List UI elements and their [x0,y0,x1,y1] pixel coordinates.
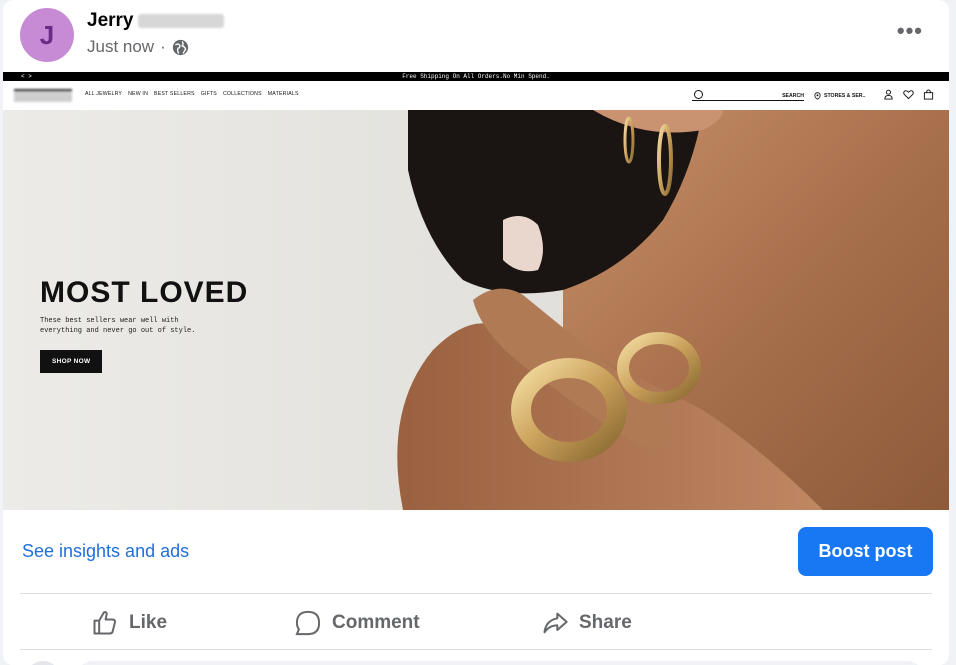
nav-link-new-in[interactable]: NEW IN [128,91,148,97]
account-icon[interactable] [883,89,894,100]
promo-bar: < > Free Shipping On All Orders.No Min S… [3,72,949,81]
actions-top-divider [20,593,932,594]
shop-now-button[interactable]: SHOP NOW [40,350,103,373]
location-pin-icon [814,92,821,100]
boost-post-button[interactable]: Boost post [798,527,933,576]
stores-label: STORES & SER.. [824,93,866,99]
share-arrow-icon [543,612,568,634]
meta-separator: · [160,37,166,56]
post-card: J Jerry Just now · ••• < > Free Shipping… [3,0,949,665]
search-label: SEARCH [782,93,804,99]
share-button[interactable]: Share [541,598,632,648]
nav-link-materials[interactable]: MATERIALS [268,91,299,97]
post-action-bar: Like Comment Share [3,598,949,648]
nav-link-best-sellers[interactable]: BEST SELLERS [154,91,195,97]
post-timestamp[interactable]: Just now [87,37,154,57]
author-avatar[interactable]: J [20,8,74,62]
site-logo[interactable] [14,89,72,102]
like-label: Like [129,612,168,633]
hero-text-block: MOST LOVED These best sellers wear well … [40,276,248,373]
commenter-avatar[interactable] [25,661,61,665]
speech-bubble-icon [295,610,321,636]
shopping-bag-icon[interactable] [923,89,934,100]
site-icons [883,89,934,100]
site-navbar: ALL JEWELRY NEW IN BEST SELLERS GIFTS CO… [3,81,949,110]
comment-label: Comment [332,612,420,633]
stores-link[interactable]: STORES & SER.. [814,92,865,100]
author-name[interactable]: Jerry [87,10,134,32]
see-insights-link[interactable]: See insights and ads [22,541,189,562]
hero-title: MOST LOVED [40,276,249,309]
post-header: J Jerry Just now · ••• [3,0,949,72]
share-label: Share [579,612,632,633]
like-button[interactable]: Like [91,598,167,648]
shared-website-preview[interactable]: < > Free Shipping On All Orders.No Min S… [3,72,949,510]
comment-input[interactable] [75,661,925,665]
site-nav-links: ALL JEWELRY NEW IN BEST SELLERS GIFTS CO… [85,91,299,97]
hero-subtitle: These best sellers wear well with everyt… [40,317,196,335]
wishlist-heart-icon[interactable] [903,89,914,100]
comment-composer [3,652,949,665]
search-icon [694,90,703,99]
site-search[interactable]: SEARCH [692,90,804,101]
more-options-button[interactable]: ••• [897,18,923,44]
promo-arrows[interactable]: < > [21,72,32,81]
actions-bottom-divider [20,649,932,650]
thumbs-up-icon [93,611,117,635]
nav-link-all-jewelry[interactable]: ALL JEWELRY [85,91,122,97]
nav-link-gifts[interactable]: GIFTS [201,91,217,97]
nav-link-collections[interactable]: COLLECTIONS [223,91,262,97]
post-meta: Just now · [87,37,189,57]
globe-icon[interactable] [172,39,189,56]
promo-text: Free Shipping On All Orders.No Min Spend… [402,73,550,80]
redacted-surname [138,14,224,28]
hero-banner[interactable]: MOST LOVED These best sellers wear well … [3,110,949,510]
comment-button[interactable]: Comment [294,598,420,648]
